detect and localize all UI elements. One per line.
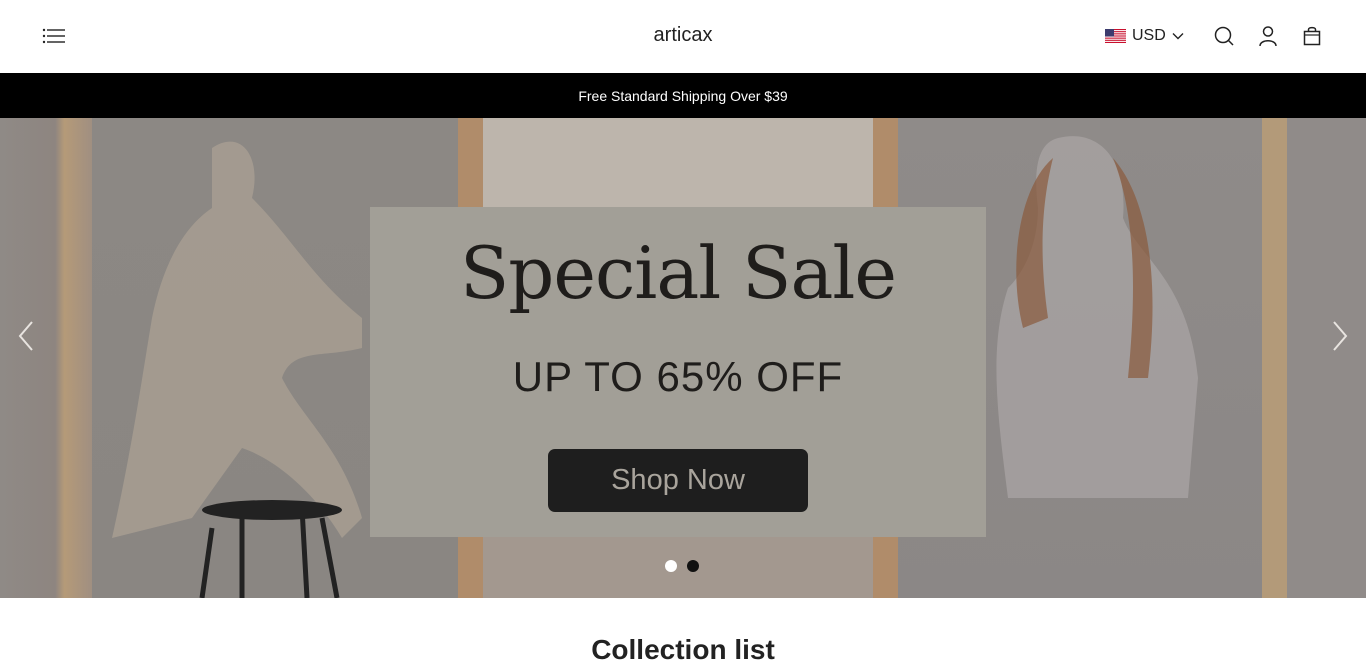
hero-slideshow: Special Sale UP TO 65% OFF Shop Now: [0, 118, 1366, 598]
announcement-text: Free Standard Shipping Over $39: [578, 87, 788, 104]
currency-selector[interactable]: USD: [1105, 26, 1184, 46]
hero-photo-panel: [0, 118, 92, 598]
shop-now-button[interactable]: Shop Now: [548, 449, 808, 512]
hero-subtitle: UP TO 65% OFF: [512, 353, 844, 400]
us-flag-icon: [1105, 29, 1126, 43]
sale-card: Special Sale UP TO 65% OFF Shop Now: [370, 207, 986, 537]
hero-title: Special Sale: [459, 231, 897, 315]
hero-photo-top: [458, 118, 898, 208]
chevron-down-icon: [1172, 27, 1184, 45]
slide-dot-1[interactable]: [665, 560, 677, 572]
hero-photo-panel: [1262, 118, 1366, 598]
slide-indicator: [665, 560, 699, 572]
prev-slide-arrow-icon[interactable]: [12, 318, 42, 354]
next-slide-arrow-icon[interactable]: [1324, 318, 1354, 354]
announcement-bar: Free Standard Shipping Over $39: [0, 73, 1366, 118]
brand-logo[interactable]: articax: [654, 24, 713, 46]
account-icon[interactable]: [1257, 25, 1279, 47]
currency-code: USD: [1132, 27, 1166, 44]
search-icon[interactable]: [1213, 25, 1235, 47]
collection-list-title: Collection list: [591, 634, 775, 665]
menu-icon[interactable]: [42, 26, 66, 46]
cart-icon[interactable]: [1301, 25, 1323, 47]
slide-dot-2[interactable]: [687, 560, 699, 572]
site-header: articax USD: [0, 0, 1366, 73]
